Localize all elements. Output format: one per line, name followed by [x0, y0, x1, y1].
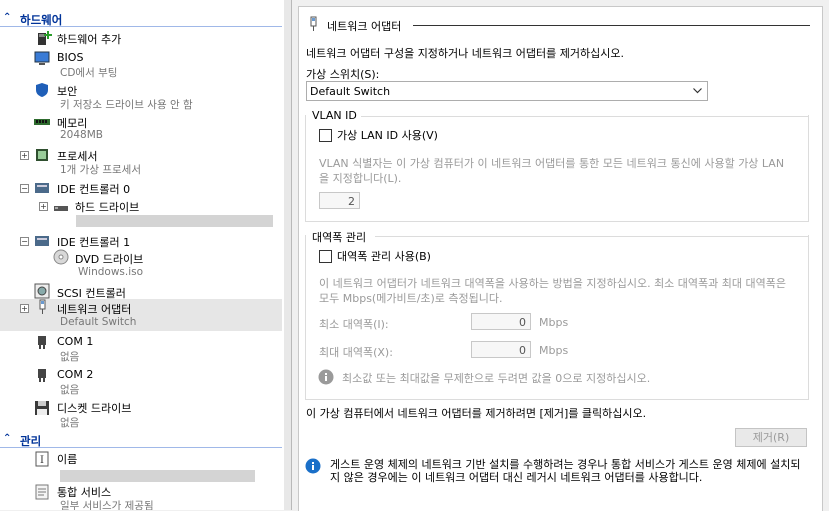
collapse-chevron-icon[interactable]: ⌃	[3, 433, 11, 444]
expand-icon[interactable]: +	[20, 151, 29, 160]
virtual-switch-dropdown[interactable]: Default Switch	[306, 81, 708, 101]
virtual-switch-label: 가상 스위치(S):	[306, 68, 380, 81]
sidebar-item-processor[interactable]: + 프로세서 1개 가상 프로세서	[0, 146, 282, 178]
max-bandwidth-label: 최대 대역폭(X):	[319, 346, 393, 359]
panel-description: 네트워크 어댑터 구성을 지정하거나 네트워크 어댑터를 제거하십시오.	[306, 47, 624, 60]
expand-icon[interactable]: +	[39, 202, 48, 211]
memory-chip-icon	[34, 119, 50, 125]
redacted-path	[76, 215, 273, 227]
vlan-id-input[interactable]: 2	[319, 192, 360, 209]
sidebar-item-name[interactable]: I 이름	[0, 450, 282, 482]
processor-icon	[36, 149, 48, 161]
monitor-icon	[34, 51, 50, 65]
min-bandwidth-input[interactable]: 0	[471, 313, 531, 330]
section-header-hardware[interactable]: ⌃ 하드웨어	[0, 11, 284, 27]
title-rule	[413, 25, 810, 26]
sidebar-item-add-hardware[interactable]: 하드웨어 추가	[0, 29, 282, 47]
max-bandwidth-input[interactable]: 0	[471, 341, 531, 358]
sidebar-item-memory[interactable]: 메모리 2048MB	[0, 113, 282, 145]
ide-controller-icon	[35, 183, 49, 193]
sidebar-item-network-adapter[interactable]: + 네트워크 어댑터 Default Switch	[0, 299, 282, 331]
remove-instruction: 이 가상 컴퓨터에서 네트워크 어댑터를 제거하려면 [제거]를 클릭하십시오.	[306, 407, 647, 420]
section-header-management[interactable]: ⌃ 관리	[0, 432, 284, 448]
floppy-disk-icon	[35, 401, 49, 415]
collapse-icon[interactable]: −	[20, 237, 29, 246]
info-icon	[318, 369, 334, 385]
sidebar-item-dvd-drive[interactable]: DVD 드라이브 Windows.iso	[0, 249, 282, 281]
sidebar-item-com1[interactable]: COM 1 없음	[0, 334, 282, 366]
vlan-help-text: VLAN 식별자는 이 가상 컴퓨터가 이 네트워크 어댑터를 통한 모든 네트…	[319, 157, 785, 185]
vlan-enable-checkbox[interactable]	[319, 129, 332, 142]
scsi-controller-icon	[34, 283, 50, 299]
add-hardware-icon	[38, 31, 52, 45]
network-adapter-icon	[310, 16, 317, 31]
bandwidth-help-text: 이 네트워크 어댑터가 네트워크 대역폭을 사용하는 방법을 지정하십시오. 최…	[319, 277, 786, 305]
sidebar-item-bios[interactable]: BIOS CD에서 부팅	[0, 49, 282, 81]
integration-services-icon	[35, 484, 49, 500]
name-tag-icon: I	[35, 451, 49, 467]
sidebar-item-integration-services[interactable]: 통합 서비스 일부 서비스가 제공됨	[0, 482, 282, 510]
settings-tree: ⌃ 하드웨어 하드웨어 추가 BIOS CD에서 부팅 보안 키 저장소 드라이…	[0, 0, 285, 510]
min-bandwidth-unit: Mbps	[539, 316, 569, 329]
network-adapter-icon	[39, 299, 46, 314]
panel-title: 네트워크 어댑터	[327, 20, 402, 33]
expand-icon[interactable]: +	[20, 304, 29, 313]
shield-icon	[36, 83, 48, 97]
sidebar-item-hard-drive[interactable]: + 하드 드라이브	[0, 197, 282, 229]
svg-text:I: I	[40, 455, 44, 466]
vlan-enable-label: 가상 LAN ID 사용(V)	[337, 129, 438, 142]
sidebar-item-diskette-drive[interactable]: 디스켓 드라이브 없음	[0, 399, 282, 431]
bandwidth-enable-checkbox[interactable]	[319, 250, 332, 263]
remove-button[interactable]: 제거(R)	[735, 428, 807, 447]
network-adapter-panel: 네트워크 어댑터 네트워크 어댑터 구성을 지정하거나 네트워크 어댑터를 제거…	[298, 6, 823, 511]
sidebar-item-ide-controller-1[interactable]: − IDE 컨트롤러 1	[0, 232, 282, 250]
dvd-disc-icon	[53, 249, 69, 265]
legacy-adapter-info: 게스트 운영 체제의 네트워크 기반 설치를 수행하려는 경우나 통합 서비스가…	[330, 458, 801, 484]
bandwidth-info-text: 최소값 또는 최대값을 무제한으로 두려면 값을 0으로 지정하십시오.	[342, 372, 651, 385]
info-icon	[305, 458, 321, 474]
sidebar-item-ide-controller-0[interactable]: − IDE 컨트롤러 0	[0, 179, 282, 197]
collapse-icon[interactable]: −	[20, 184, 29, 193]
bandwidth-enable-label: 대역폭 관리 사용(B)	[337, 250, 431, 263]
sidebar-item-security[interactable]: 보안 키 저장소 드라이브 사용 안 함	[0, 81, 282, 113]
max-bandwidth-unit: Mbps	[539, 344, 569, 357]
collapse-chevron-icon[interactable]: ⌃	[3, 12, 11, 23]
splitter[interactable]	[284, 0, 292, 510]
redacted-name	[60, 470, 255, 482]
sidebar-item-com2[interactable]: COM 2 없음	[0, 367, 282, 399]
hard-drive-icon	[54, 206, 68, 211]
serial-port-icon	[38, 369, 46, 382]
ide-controller-icon	[35, 236, 49, 246]
serial-port-icon	[38, 336, 46, 349]
min-bandwidth-label: 최소 대역폭(I):	[319, 318, 389, 331]
chevron-down-icon	[693, 88, 702, 94]
